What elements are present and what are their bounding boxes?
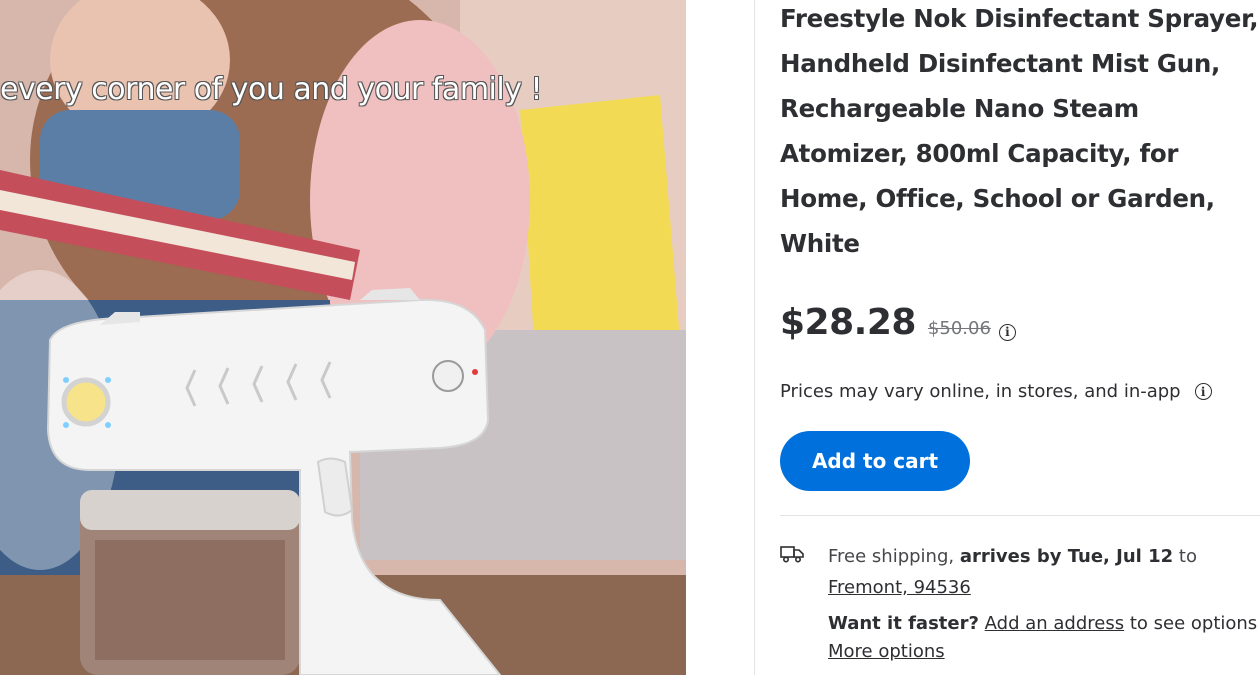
shipping-info: Free shipping, arrives by Tue, Jul 12 to… (828, 541, 1258, 603)
price-vary-text: Prices may vary online, in stores, and i… (780, 381, 1181, 402)
was-price: $50.06 (927, 318, 991, 339)
location-link[interactable]: Fremont, 94536 (828, 577, 971, 598)
price-vary-note: Prices may vary online, in stores, and i… (780, 381, 1212, 402)
more-options-link[interactable]: More options (828, 641, 945, 662)
want-faster-label: Want it faster? (828, 613, 979, 634)
section-divider (780, 515, 1260, 516)
product-image[interactable]: every corner of you and your family ! (0, 0, 686, 675)
image-caption: every corner of you and your family ! (0, 72, 543, 107)
panel-divider (754, 0, 755, 675)
product-title: Freestyle Nok Disinfectant Sprayer, Hand… (780, 4, 1259, 258)
free-shipping-text: Free shipping, (828, 546, 955, 567)
truck-icon (780, 546, 804, 563)
arrival-date: arrives by Tue, Jul 12 (959, 546, 1174, 567)
product-info-panel: Freestyle Nok Disinfectant Sprayer, Hand… (780, 0, 1260, 675)
price-row: $28.28 $50.06 i (780, 302, 1016, 343)
faster-delivery: Want it faster? Add an address to see op… (828, 610, 1258, 666)
to-text: to (1178, 546, 1197, 567)
see-options-text: to see options (1129, 613, 1258, 634)
add-to-cart-button[interactable]: Add to cart (780, 431, 970, 491)
price-vary-info-icon[interactable]: i (1194, 383, 1212, 400)
price-info-icon[interactable]: i (998, 323, 1016, 341)
add-address-link[interactable]: Add an address (985, 613, 1124, 634)
current-price: $28.28 (780, 302, 916, 343)
